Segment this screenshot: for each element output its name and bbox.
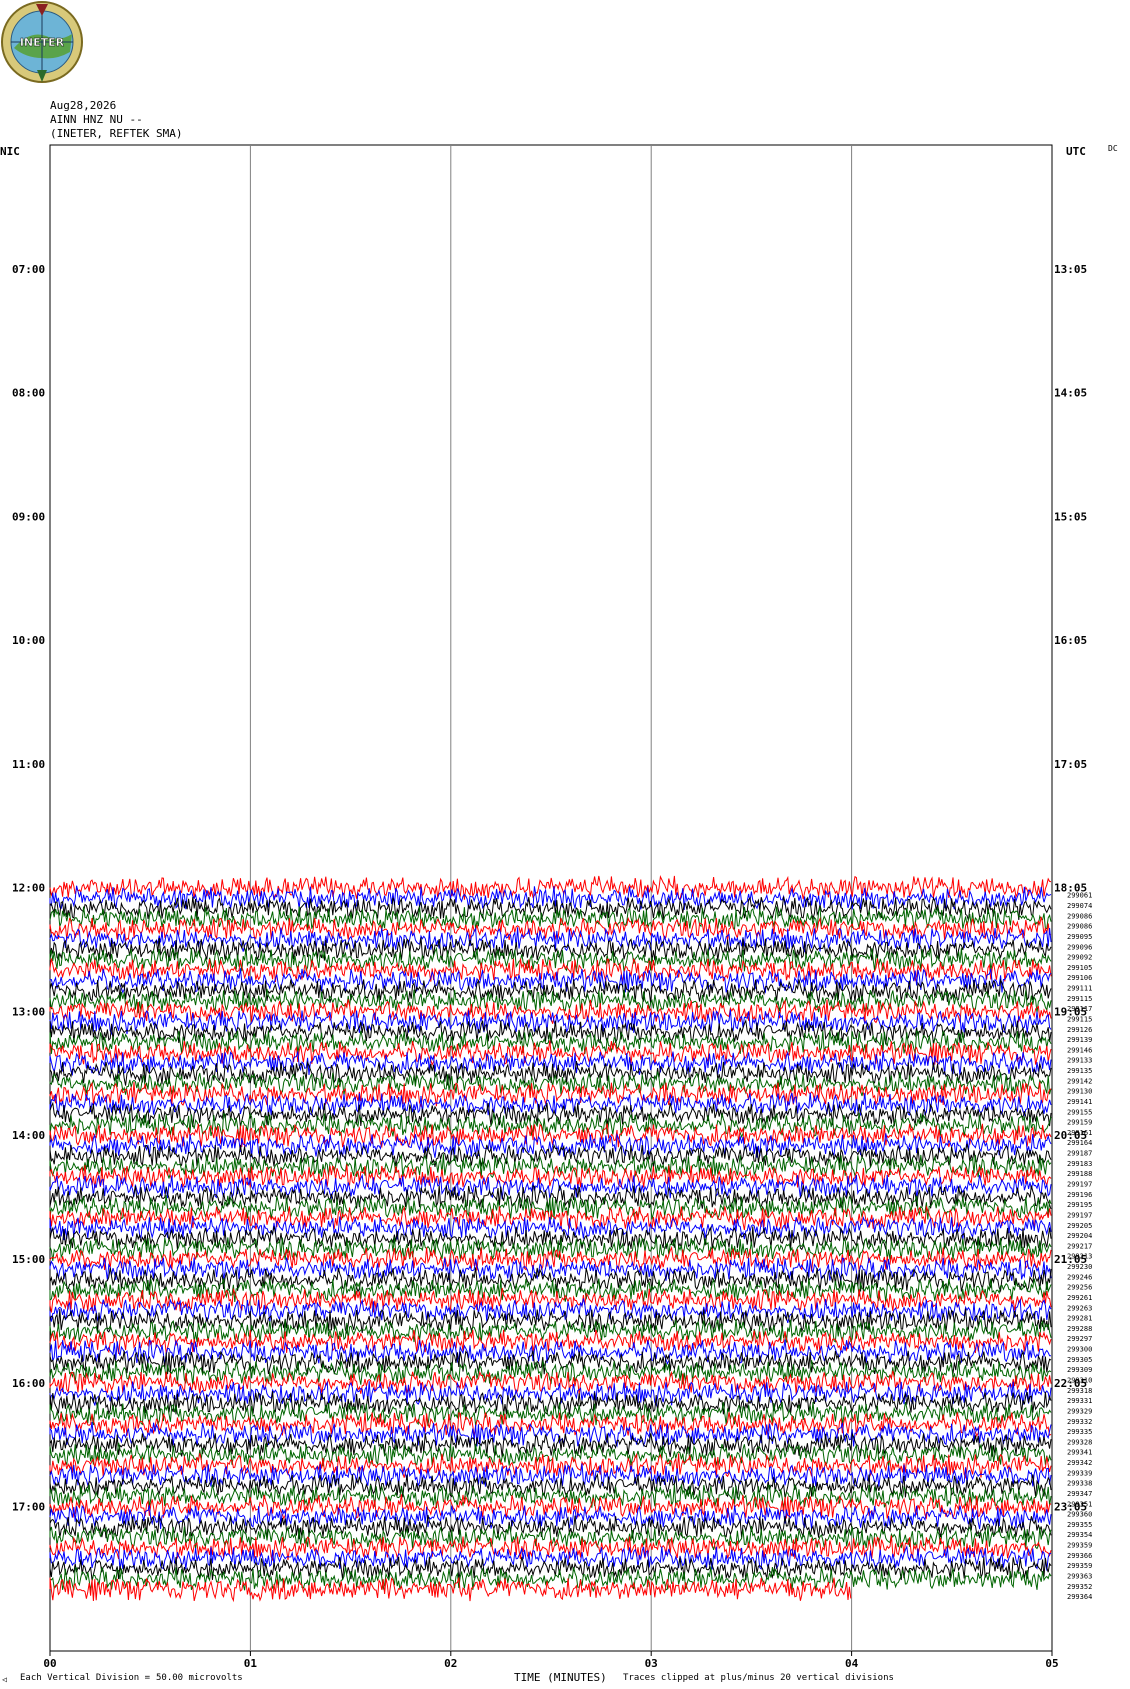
left-time-label: 16:00 bbox=[12, 1377, 45, 1390]
trace-value-label: 299305 bbox=[1067, 1356, 1092, 1364]
trace-value-label: 299339 bbox=[1067, 1469, 1092, 1477]
x-tick-label: 02 bbox=[444, 1657, 457, 1670]
left-time-label: 15:00 bbox=[12, 1253, 45, 1266]
right-time-label: 13:05 bbox=[1054, 263, 1087, 276]
trace-value-label: 299159 bbox=[1067, 1119, 1092, 1127]
trace-value-label: 299115 bbox=[1067, 995, 1092, 1003]
trace-value-label: 299133 bbox=[1067, 1057, 1092, 1065]
x-tick-label: 00 bbox=[43, 1657, 56, 1670]
left-time-label: 11:00 bbox=[12, 758, 45, 771]
trace-value-label: 299205 bbox=[1067, 1222, 1092, 1230]
trace-value-label: 299086 bbox=[1067, 923, 1092, 931]
x-tick-label: 05 bbox=[1045, 1657, 1058, 1670]
trace-value-label: 299188 bbox=[1067, 1170, 1092, 1178]
trace-value-label: 299246 bbox=[1067, 1273, 1092, 1281]
left-time-label: 10:00 bbox=[12, 634, 45, 647]
trace-value-label: 299197 bbox=[1067, 1212, 1092, 1220]
trace-value-label: 299364 bbox=[1067, 1593, 1092, 1601]
right-time-label: 22:05 bbox=[1054, 1377, 1087, 1390]
trace-value-label: 299366 bbox=[1067, 1552, 1092, 1560]
right-time-label: 18:05 bbox=[1054, 882, 1087, 895]
trace-value-label: 299331 bbox=[1067, 1397, 1092, 1405]
trace-value-label: 299187 bbox=[1067, 1150, 1092, 1158]
trace-value-label: 299155 bbox=[1067, 1108, 1092, 1116]
trace-value-label: 299261 bbox=[1067, 1294, 1092, 1302]
division-value: 50.00 microvolts bbox=[156, 1673, 243, 1683]
left-time-label: 08:00 bbox=[12, 387, 45, 400]
trace-value-label: 299329 bbox=[1067, 1407, 1092, 1415]
trace-value-label: 299106 bbox=[1067, 974, 1092, 982]
trace-value-label: 299342 bbox=[1067, 1459, 1092, 1467]
trace-value-label: 299297 bbox=[1067, 1335, 1092, 1343]
trace-value-label: 299105 bbox=[1067, 964, 1092, 972]
trace-value-label: 299354 bbox=[1067, 1531, 1092, 1539]
trace-value-label: 299126 bbox=[1067, 1026, 1092, 1034]
right-time-label: 21:05 bbox=[1054, 1253, 1087, 1266]
trace-value-label: 299204 bbox=[1067, 1232, 1092, 1240]
trace-value-label: 299263 bbox=[1067, 1304, 1092, 1312]
x-tick-label: 01 bbox=[244, 1657, 258, 1670]
left-time-label: 07:00 bbox=[12, 263, 45, 276]
trace-value-label: 299196 bbox=[1067, 1191, 1092, 1199]
trace-value-label: 299341 bbox=[1067, 1449, 1092, 1457]
trace-value-label: 299074 bbox=[1067, 902, 1092, 910]
trace-value-label: 299096 bbox=[1067, 943, 1092, 951]
trace-value-label: 299139 bbox=[1067, 1036, 1092, 1044]
trace-value-label: 299309 bbox=[1067, 1366, 1092, 1374]
left-time-label: 17:00 bbox=[12, 1501, 45, 1514]
helicorder-plot: 2990612990742990862990862990952990962990… bbox=[12, 144, 1092, 1670]
trace-value-label: 299328 bbox=[1067, 1438, 1092, 1446]
x-axis-title: TIME (MINUTES) bbox=[514, 1671, 607, 1684]
trace-value-label: 299141 bbox=[1067, 1098, 1092, 1106]
trace-value-label: 299363 bbox=[1067, 1573, 1092, 1581]
trace-value-label: 299288 bbox=[1067, 1325, 1092, 1333]
trace-value-label: 299359 bbox=[1067, 1542, 1092, 1550]
right-time-label: 14:05 bbox=[1054, 387, 1087, 400]
right-time-label: 17:05 bbox=[1054, 758, 1087, 771]
trace-value-label: 299135 bbox=[1067, 1067, 1092, 1075]
trace-value-label: 299355 bbox=[1067, 1521, 1092, 1529]
right-time-label: 16:05 bbox=[1054, 634, 1087, 647]
division-label: Each Vertical Division = bbox=[20, 1673, 151, 1683]
trace-value-label: 299142 bbox=[1067, 1077, 1092, 1085]
trace-value-label: 299256 bbox=[1067, 1284, 1092, 1292]
trace-value-label: 299332 bbox=[1067, 1418, 1092, 1426]
seismic-trace bbox=[49, 1422, 1052, 1448]
trace-value-label: 299335 bbox=[1067, 1428, 1092, 1436]
right-time-label: 23:05 bbox=[1054, 1501, 1087, 1514]
trace-value-label: 299338 bbox=[1067, 1480, 1092, 1488]
trace-value-label: 299130 bbox=[1067, 1088, 1092, 1096]
left-time-label: 13:00 bbox=[12, 1005, 45, 1018]
trace-value-label: 299352 bbox=[1067, 1583, 1092, 1591]
seismic-trace bbox=[49, 1081, 1052, 1108]
trace-value-label: 299183 bbox=[1067, 1160, 1092, 1168]
trace-value-label: 299197 bbox=[1067, 1181, 1092, 1189]
trace-value-label: 299111 bbox=[1067, 985, 1092, 993]
x-tick-label: 04 bbox=[845, 1657, 859, 1670]
trace-value-label: 299300 bbox=[1067, 1346, 1092, 1354]
right-time-label: 19:05 bbox=[1054, 1005, 1087, 1018]
right-time-label: 15:05 bbox=[1054, 510, 1087, 523]
left-time-label: 09:00 bbox=[12, 510, 45, 523]
trace-value-label: 299146 bbox=[1067, 1046, 1092, 1054]
seismic-trace bbox=[49, 1350, 1052, 1376]
clip-note: Traces clipped at plus/minus 20 vertical… bbox=[623, 1673, 894, 1683]
left-time-label: 12:00 bbox=[12, 882, 45, 895]
trace-value-label: 299281 bbox=[1067, 1315, 1092, 1323]
trace-value-label: 299359 bbox=[1067, 1562, 1092, 1570]
x-tick-label: 03 bbox=[645, 1657, 658, 1670]
trace-value-label: 299347 bbox=[1067, 1490, 1092, 1498]
trace-value-label: 299095 bbox=[1067, 933, 1092, 941]
right-time-label: 20:05 bbox=[1054, 1129, 1087, 1142]
trace-value-label: 299195 bbox=[1067, 1201, 1092, 1209]
corner-mark: ◁ bbox=[2, 1675, 7, 1684]
seismic-trace bbox=[49, 874, 1052, 901]
trace-value-label: 299086 bbox=[1067, 912, 1092, 920]
left-time-label: 14:00 bbox=[12, 1129, 45, 1142]
trace-value-label: 299092 bbox=[1067, 954, 1092, 962]
trace-value-label: 299217 bbox=[1067, 1242, 1092, 1250]
seismic-trace bbox=[49, 1411, 1052, 1438]
